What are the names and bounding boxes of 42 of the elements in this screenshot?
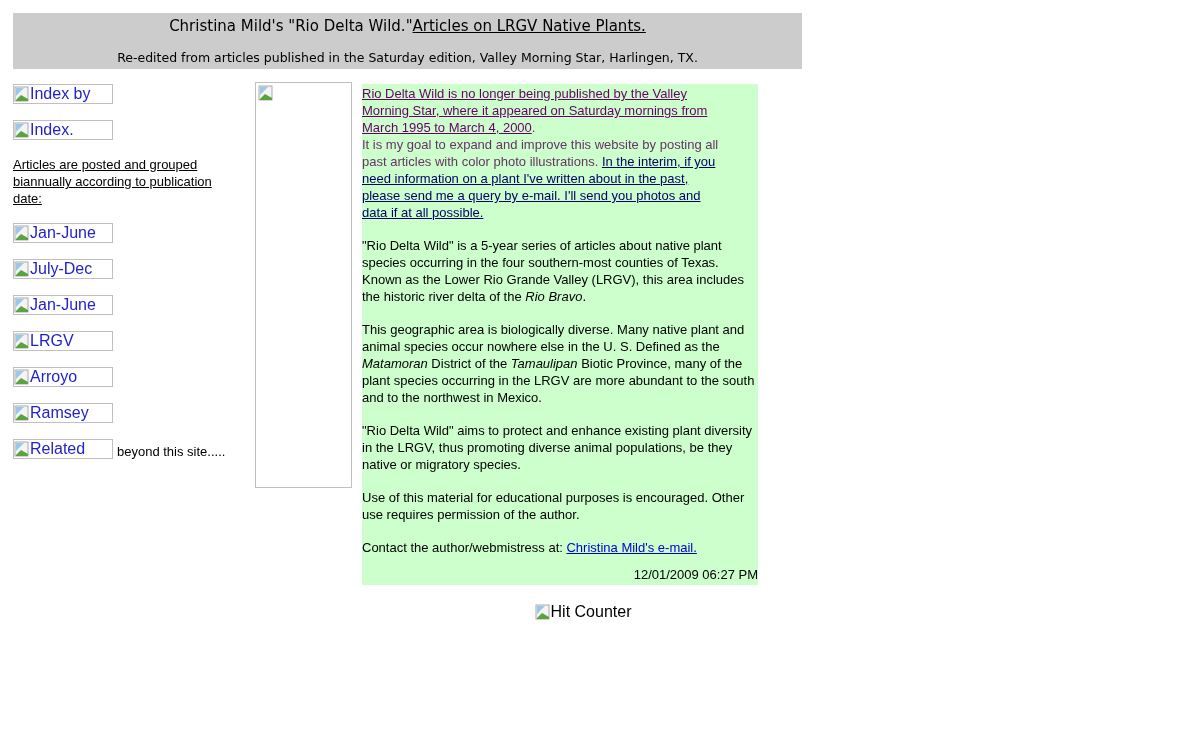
text-link[interactable]: In the interim, if you	[601, 154, 716, 169]
email-link[interactable]: Christina Mild's e-mail.	[566, 540, 697, 555]
broken-image-icon	[14, 225, 30, 241]
text-link[interactable]: data if at all possible.	[362, 205, 484, 220]
paragraph: Use of this material for educational purposes is encouraged. Other use requires permission of the author.	[362, 489, 746, 523]
broken-image-icon	[14, 333, 30, 349]
text-link[interactable]: Rio Delta Wild is no longer being published by the Valley	[362, 86, 687, 101]
image-link[interactable]: Index.	[13, 120, 113, 140]
broken-image-icon	[14, 369, 30, 385]
intro-text: .	[531, 120, 536, 135]
broken-image-icon	[258, 85, 274, 101]
paragraph: This geographic area is biologically diverse. Many native plant and animal species occur nowhere else in the U. S. Defined as the Matamoran District of the Tamaulipan Biotic Province, many of the plant species occurring in the LRGV are more abundant to the south and to the northwest in Mexico.	[362, 321, 756, 406]
paragraph: "Rio Delta Wild" is a 5-year series of articles about native plant species occurring in the four southern-most counties of Texas. Known as the Lower Rio Grande Valley (LRGV), this area includes the historic river delta of the Rio Bravo.	[362, 237, 745, 305]
broken-image-icon	[14, 261, 30, 277]
text-link[interactable]: please send me a query by e-mail. I'll send you photos and	[362, 188, 701, 203]
site-title: Christina Mild's "Rio Delta Wild."	[169, 17, 413, 35]
image-link[interactable]: Index by	[13, 84, 113, 104]
paragraph: "Rio Delta Wild" aims to protect and enhance existing plant diversity in the LRGV, thus promoting diverse animal populations, be they native or migratory species.	[362, 422, 754, 473]
intro-text: It is my goal to expand and improve this website by posting all	[362, 137, 719, 152]
text-link[interactable]: Morning Star, where it appeared on Saturday mornings from	[362, 103, 708, 118]
image-link[interactable]: Jan-June	[13, 295, 113, 315]
broken-image-icon	[14, 441, 30, 457]
broken-image-icon	[14, 122, 30, 138]
subtitle: Re-edited from articles published in the Saturday edition, Valley Morning Star, Harlingen, TX.	[116, 49, 699, 67]
image-link[interactable]: Ramsey	[13, 403, 113, 423]
timestamp: 12/01/2009 06:27 PM	[633, 567, 758, 582]
archive-note-link[interactable]: Articles are posted and grouped biannually according to publication date:	[13, 156, 240, 207]
text-link[interactable]: need information on a plant I've written about in the past,	[362, 171, 689, 186]
articles-link[interactable]: Articles on LRGV Native Plants.	[412, 17, 646, 35]
image-link[interactable]: LRGV	[13, 331, 113, 351]
broken-image-icon	[14, 297, 30, 313]
intro-text: past articles with color photo illustrations.	[362, 154, 600, 169]
image-link[interactable]: July-Dec	[13, 259, 113, 279]
contact-line: Contact the author/webmistress at: Christina Mild's e-mail.	[362, 539, 698, 556]
image-link[interactable]: Related	[13, 439, 113, 459]
broken-image-icon	[14, 405, 30, 421]
broken-image-icon	[14, 86, 30, 102]
link-note: beyond this site.....	[117, 444, 226, 459]
text-link[interactable]: March 1995 to March 4, 2000	[362, 120, 532, 135]
image-link[interactable]: Jan-June	[13, 223, 113, 243]
image-link[interactable]: Arroyo	[13, 367, 113, 387]
hit-counter-image: Hit Counter	[534, 603, 632, 621]
